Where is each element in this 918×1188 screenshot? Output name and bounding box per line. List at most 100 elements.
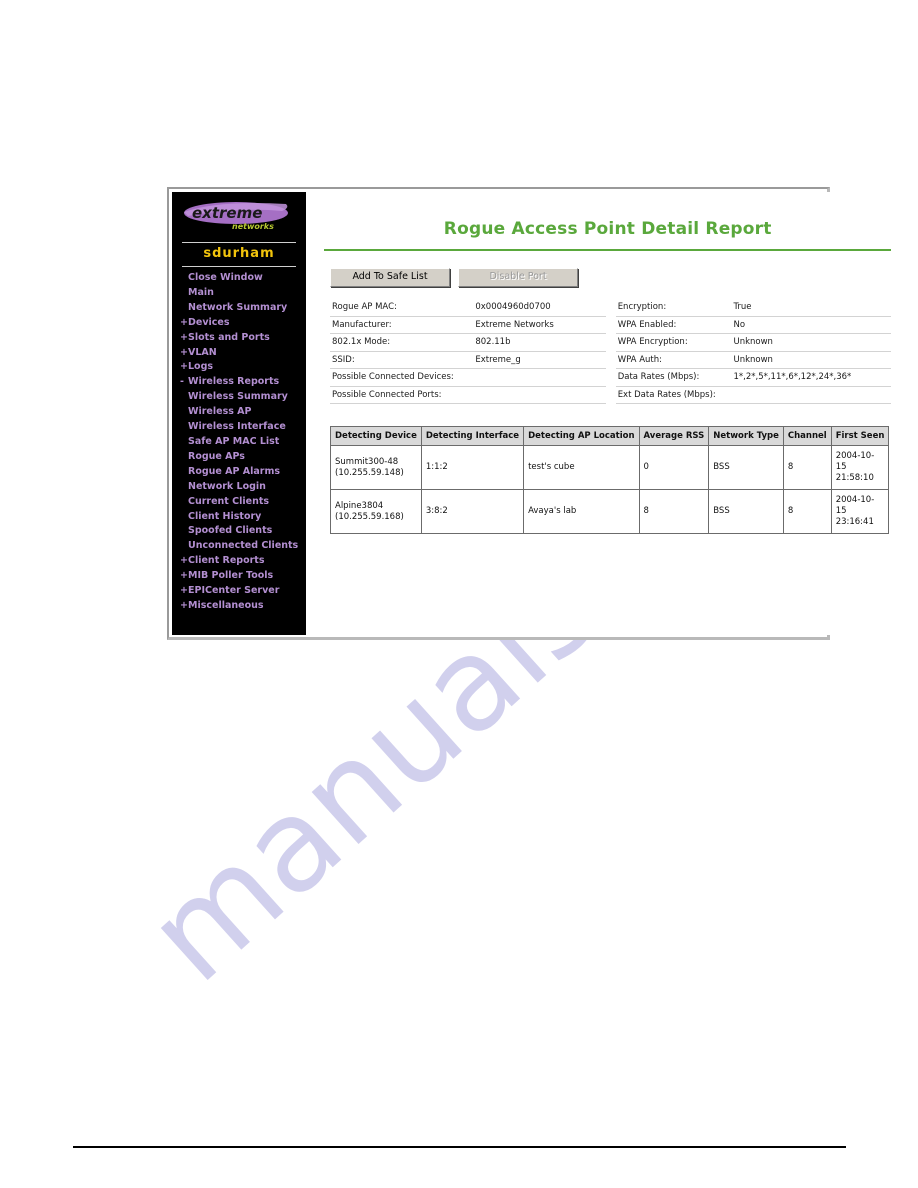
collapse-icon[interactable]: -	[180, 375, 188, 390]
sidebar-item-label: Current Clients	[188, 495, 270, 507]
detail-row: Ext Data Rates (Mbps):	[615, 386, 892, 404]
expand-icon[interactable]: +	[180, 346, 188, 361]
detail-label-8021x-mode: 802.1x Mode:	[330, 333, 474, 352]
sidebar-item-slots-and-ports[interactable]: +Slots and Ports	[172, 331, 306, 346]
sidebar-item-label: Rogue APs	[188, 450, 245, 462]
cell-network-type: BSS	[708, 489, 784, 534]
svg-text:networks: networks	[232, 222, 274, 231]
page-footer-rule	[73, 1146, 846, 1148]
cell-average-rss: 0	[638, 445, 710, 490]
cell-detecting-device: Summit300-48 (10.255.59.148)	[330, 445, 422, 490]
expand-icon[interactable]: +	[180, 360, 188, 375]
sidebar-item-label: Close Window	[188, 272, 263, 283]
sidebar-item-label: Client Reports	[188, 555, 265, 567]
detail-label-manufacturer: Manufacturer:	[330, 316, 474, 334]
cell-first-seen: 2004-10-15 23:16:41	[830, 489, 890, 534]
sidebar-item-mib-poller-tools[interactable]: +MIB Poller Tools	[172, 569, 306, 584]
sidebar-item-label: Devices	[188, 316, 230, 328]
sidebar-item-label: Wireless Reports	[188, 376, 280, 388]
sidebar-item-logs[interactable]: +Logs	[172, 360, 306, 375]
sidebar-item-label: Slots and Ports	[188, 331, 270, 343]
sidebar-item-rogue-aps[interactable]: Rogue APs	[172, 450, 306, 465]
cell-detecting-device: Alpine3804 (10.255.59.168)	[330, 489, 422, 534]
sidebar-item-main[interactable]: Main	[172, 286, 306, 301]
detail-row: Rogue AP MAC: 0x0004960d0700	[330, 299, 606, 317]
sidebar-item-client-reports[interactable]: +Client Reports	[172, 554, 306, 569]
sidebar-item-wireless-summary[interactable]: Wireless Summary	[172, 390, 306, 405]
sidebar-item-vlan[interactable]: +VLAN	[172, 346, 306, 361]
detail-table-right: Encryption: True WPA Enabled: No WPA Enc…	[615, 299, 892, 404]
detail-label-ext-data-rates: Ext Data Rates (Mbps):	[615, 386, 732, 404]
sidebar-item-label: Network Login	[188, 480, 266, 492]
detail-label-ssid: SSID:	[330, 351, 474, 369]
table-row: Alpine3804 (10.255.59.168) 3:8:2 Avaya's…	[330, 489, 890, 534]
sidebar-item-label: Wireless Interface	[188, 421, 286, 433]
sidebar-item-label: Unconnected Clients	[188, 540, 299, 552]
expand-icon[interactable]: +	[180, 316, 188, 331]
screenshot-frame: extreme networks sdurham Close Window Ma…	[167, 187, 904, 640]
sidebar-item-current-clients[interactable]: Current Clients	[172, 495, 306, 510]
sidebar-item-label: Miscellaneous	[188, 599, 264, 611]
logo-icon: extreme networks	[184, 202, 288, 231]
sidebar-item-unconnected-clients[interactable]: Unconnected Clients	[172, 539, 306, 554]
detail-label-possible-connected-devices: Possible Connected Devices:	[330, 368, 474, 387]
sidebar-item-wireless-interface[interactable]: Wireless Interface	[172, 420, 306, 435]
expand-icon[interactable]: +	[180, 584, 188, 599]
sidebar-item-client-history[interactable]: Client History	[172, 510, 306, 525]
expand-icon[interactable]: +	[180, 554, 188, 569]
sidebar-item-wireless-reports[interactable]: - Wireless Reports	[172, 375, 306, 390]
sidebar-item-network-login[interactable]: Network Login	[172, 480, 306, 495]
cell-detecting-interface: 3:8:2	[420, 489, 525, 534]
sidebar-item-devices[interactable]: +Devices	[172, 316, 306, 331]
action-button-row: Add To Safe List Disable Port	[320, 251, 895, 287]
sidebar-item-label: EPICenter Server	[188, 585, 280, 597]
detail-value-8021x-mode: 802.11b	[473, 333, 606, 352]
detail-value-wpa-enabled: No	[731, 316, 892, 334]
detail-row: WPA Enabled: No	[615, 316, 892, 334]
disable-port-button: Disable Port	[458, 268, 578, 287]
detail-value-manufacturer: Extreme Networks	[473, 316, 606, 334]
cell-detecting-ap-location: Avaya's lab	[523, 489, 640, 534]
detail-value-ext-data-rates	[731, 386, 892, 404]
expand-icon[interactable]: +	[180, 599, 188, 614]
cell-channel: 8	[782, 489, 832, 534]
sidebar-item-epicenter-server[interactable]: +EPICenter Server	[172, 584, 306, 599]
detail-value-possible-connected-ports	[473, 386, 606, 404]
add-to-safe-list-button[interactable]: Add To Safe List	[330, 268, 450, 287]
main-content: Rogue Access Point Detail Report Add To …	[306, 192, 904, 635]
detail-label-possible-connected-ports: Possible Connected Ports:	[330, 386, 474, 404]
column-header-network-type: Network Type	[708, 426, 784, 446]
username-label: sdurham	[203, 246, 275, 261]
cell-average-rss: 8	[638, 489, 710, 534]
expand-icon[interactable]: +	[180, 569, 188, 584]
expand-icon[interactable]: +	[180, 331, 188, 346]
detail-row: Possible Connected Ports:	[330, 386, 606, 404]
sidebar-item-miscellaneous[interactable]: +Miscellaneous	[172, 599, 306, 614]
detail-row: 802.1x Mode: 802.11b	[330, 333, 606, 352]
table-header-row: Detecting Device Detecting Interface Det…	[330, 426, 890, 446]
sidebar-item-label: Rogue AP Alarms	[188, 465, 281, 477]
sidebar-item-safe-ap-mac-list[interactable]: Safe AP MAC List	[172, 435, 306, 450]
sidebar-item-close-window[interactable]: Close Window	[172, 271, 306, 286]
page-title: Rogue Access Point Detail Report	[443, 219, 772, 239]
detail-row: WPA Auth: Unknown	[615, 351, 892, 369]
sidebar-item-wireless-ap[interactable]: Wireless AP	[172, 405, 306, 420]
detail-table-left: Rogue AP MAC: 0x0004960d0700 Manufacture…	[330, 299, 606, 404]
column-header-detecting-device: Detecting Device	[330, 426, 422, 446]
column-header-channel: Channel	[782, 426, 832, 446]
detail-label-wpa-enabled: WPA Enabled:	[615, 316, 732, 334]
sidebar-nav: Close Window Main Network Summary +Devic…	[172, 267, 306, 614]
column-header-first-seen: First Seen	[830, 426, 890, 446]
sidebar: extreme networks sdurham Close Window Ma…	[172, 192, 306, 635]
sidebar-item-spoofed-clients[interactable]: Spoofed Clients	[172, 524, 306, 539]
detail-column-left: Rogue AP MAC: 0x0004960d0700 Manufacture…	[330, 299, 606, 404]
sidebar-item-label: Wireless Summary	[188, 391, 288, 403]
sidebar-item-label: Client History	[188, 510, 262, 522]
detail-value-wpa-auth: Unknown	[731, 351, 892, 369]
sidebar-item-label: MIB Poller Tools	[188, 570, 274, 582]
cell-detecting-ap-location: test's cube	[523, 445, 640, 490]
detail-value-data-rates: 1*,2*,5*,11*,6*,12*,24*,36*	[731, 368, 892, 387]
detail-row: SSID: Extreme_g	[330, 351, 606, 369]
sidebar-item-network-summary[interactable]: Network Summary	[172, 301, 306, 316]
sidebar-item-rogue-ap-alarms[interactable]: Rogue AP Alarms	[172, 465, 306, 480]
